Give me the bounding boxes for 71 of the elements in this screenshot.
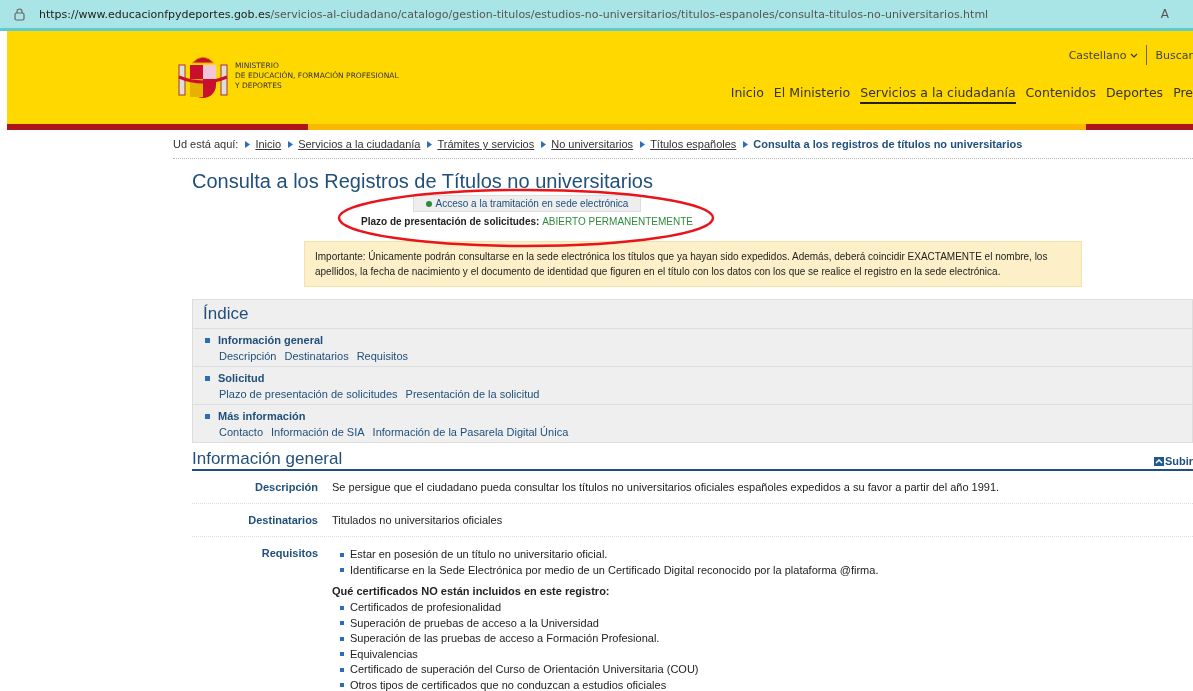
nav-link[interactable]: Servicios a la ciudadanía [860, 85, 1016, 104]
breadcrumb-link[interactable]: Títulos españoles [650, 138, 737, 150]
index-title: Índice [193, 300, 1192, 329]
nav-link[interactable]: Deportes [1105, 85, 1164, 104]
index-link[interactable]: Información de SIA [271, 426, 365, 438]
list-item: Equivalencias [350, 646, 418, 662]
bullet-icon [340, 667, 344, 672]
list-item: Identificarse en la Sede Electrónica por medio de un Certificado Digital reconocido por la plataforma @firma. [350, 562, 879, 578]
bullet-icon [205, 375, 210, 381]
triangle-right-icon [288, 140, 294, 148]
bullet-icon [340, 636, 344, 641]
index-link[interactable]: Presentación de la solicitud [405, 388, 540, 400]
bullet-icon [205, 337, 210, 343]
bullet-icon [340, 552, 344, 557]
deadline-status: ABIERTO PERMANENTEMENTE [542, 216, 693, 227]
triangle-right-icon [427, 140, 433, 148]
language-selector[interactable]: Castellano [1068, 48, 1139, 62]
bullet-icon [340, 568, 344, 573]
bullet-icon [340, 621, 344, 626]
nav-link[interactable]: Contenidos [1025, 85, 1096, 104]
index-link[interactable]: Información de la Pasarela Digital Única [372, 426, 569, 438]
triangle-right-icon [743, 140, 749, 148]
nav-link[interactable]: El Ministerio [773, 85, 851, 104]
index-link[interactable]: Descripción [219, 350, 277, 362]
index-link[interactable]: Plazo de presentación de solicitudes [219, 388, 398, 400]
bullet-icon [340, 652, 344, 657]
list-item: Superación de las pruebas de acceso a Formación Profesional. [350, 631, 660, 646]
section-title: Información general [192, 449, 343, 469]
nav-link[interactable]: Inicio [730, 85, 764, 104]
breadcrumb-link[interactable]: No universitarios [551, 138, 634, 150]
bullet-icon [205, 413, 210, 419]
back-to-top-link[interactable]: Subir [1153, 455, 1193, 467]
list-item: Otros tipos de certificados que no conduzcan a estudios oficiales [350, 677, 667, 691]
breadcrumb-link[interactable]: Servicios a la ciudadanía [298, 138, 421, 150]
lock-icon [14, 7, 25, 21]
index-heading[interactable]: Información general [218, 334, 324, 346]
index-link[interactable]: Requisitos [356, 350, 409, 362]
index-link[interactable]: Destinatarios [284, 350, 349, 362]
bullet-icon [340, 605, 344, 610]
address-field[interactable]: https://www.educacionfpydeportes.gob.es/servicios-al-ciudadano/catalogo/gestion-titulos/estudios-no-universitarios/titulos-espanoles/consulta-titulos-no-universitarios.html [39, 7, 1147, 21]
list-item: Certificados de profesionalidad [350, 600, 502, 615]
list-item: Estar en posesión de un título no universitario oficial. [350, 547, 608, 562]
breadcrumb-link[interactable]: Trámites y servicios [437, 138, 535, 150]
nav-link[interactable]: Pre [1173, 85, 1193, 104]
notice-box: Importante: Únicamente podrán consultarse en la sede electrónica los títulos que ya hayan sido expedidos. Además, deberá coincidir EXACTAMENTE el nombre, los apellidos, la fecha de nacimiento y el documento de identidad que figuren en el título con los datos con los que se realice el registro en la sede electrónica. [304, 241, 1082, 287]
list-item: Superación de pruebas de acceso a la Universidad [350, 615, 599, 631]
list-item: Certificado de superación del Curso de Orientación Universitaria (COU) [350, 662, 699, 677]
electronic-office-button[interactable]: Acceso a la tramitación en sede electrónica [412, 195, 642, 212]
index-heading[interactable]: Más información [218, 410, 306, 422]
row-label: Requisitos [260, 547, 319, 561]
read-aloud-button[interactable]: A [1160, 7, 1169, 21]
breadcrumb-link[interactable]: Inicio [255, 138, 282, 150]
row-label: Destinatarios [247, 514, 319, 526]
index-heading[interactable]: Solicitud [218, 372, 265, 384]
triangle-right-icon [245, 140, 251, 148]
triangle-right-icon [541, 140, 547, 148]
deadline-label: Plazo de presentación de solicitudes: [361, 216, 540, 227]
row-label: Descripción [254, 481, 319, 493]
triangle-right-icon [640, 140, 646, 148]
row-text: Titulados no universitarios oficiales [332, 514, 504, 526]
row-text: Se persigue que el ciudadano pueda consultar los títulos no universitarios oficiales españoles expedidos a su favor a partir del año 1991. [332, 481, 1001, 493]
list-heading: Qué certificados NO están incluidos en este registro: [332, 585, 611, 597]
bullet-icon [340, 683, 344, 688]
dot-icon [425, 200, 432, 207]
breadcrumb-current: Consulta a los registros de títulos no universitarios [753, 138, 1023, 150]
page-title: Consulta a los Registros de Títulos no universitarios [192, 170, 654, 193]
chevron-down-icon [1130, 52, 1139, 58]
search-link[interactable]: Buscar [1155, 48, 1193, 62]
breadcrumb-label: Ud está aquí: [173, 138, 239, 150]
caret-up-icon [1153, 456, 1164, 466]
index-link[interactable]: Contacto [219, 426, 264, 438]
